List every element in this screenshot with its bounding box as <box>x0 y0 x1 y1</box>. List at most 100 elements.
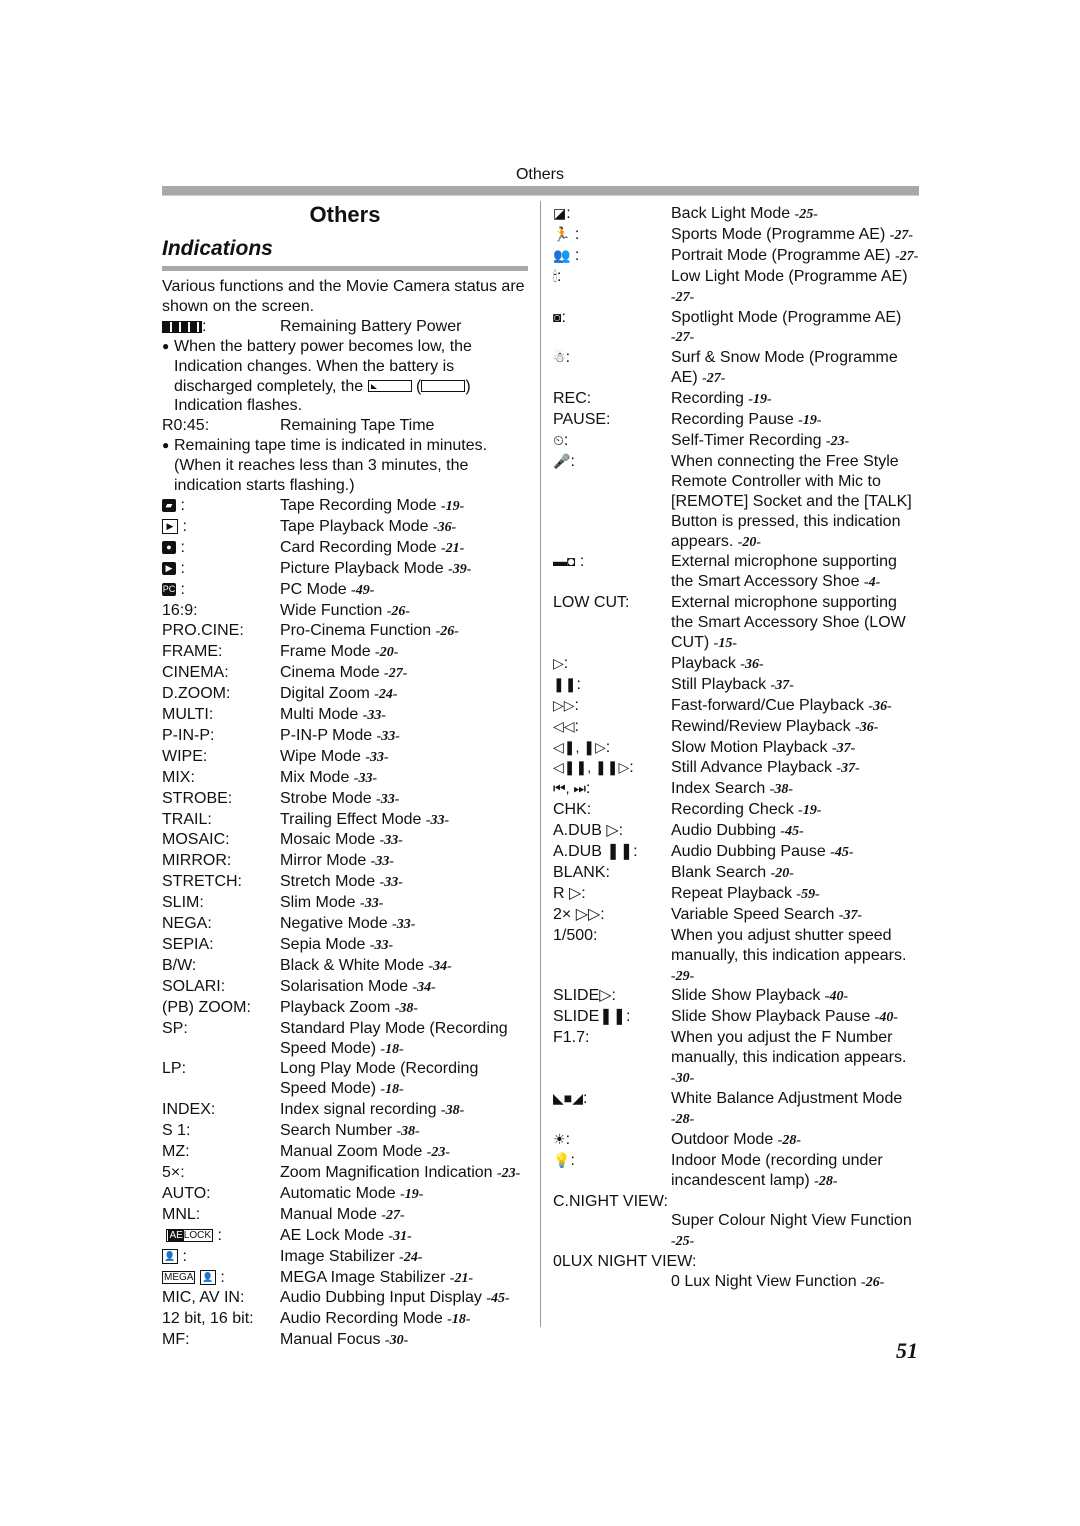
indication-row: Super Colour Night View Function -25- <box>553 1211 923 1252</box>
indication-key: SLIDE▷: <box>553 987 616 1005</box>
indication-key: ◁❚❚, ❚❚▷: <box>553 759 634 777</box>
tape-note: ● Remaining tape time is indicated in mi… <box>162 437 488 495</box>
battery-empty-icon <box>367 380 412 393</box>
index-search-icon: ⏮, ⏭ <box>553 780 586 797</box>
page-reference: -45- <box>780 824 804 840</box>
page-reference: -29- <box>671 968 695 984</box>
indication-description: Frame Mode -20- <box>280 643 399 661</box>
indication-key: CINEMA: <box>162 664 229 682</box>
indication-row: 🕯: Low Light Mode (Programme AE) -27- <box>553 267 923 308</box>
page-reference: -45- <box>486 1291 510 1307</box>
page-reference: -30- <box>384 1333 409 1349</box>
indication-row: R ▷: Repeat Playback -59- <box>553 884 923 905</box>
battery-row: : Remaining Battery Power <box>162 317 528 337</box>
indication-description: Outdoor Mode -28- <box>671 1130 802 1148</box>
page-reference: -25- <box>794 207 818 222</box>
page-reference: -20- <box>375 645 399 661</box>
indication-key: 💡: <box>553 1151 575 1169</box>
indication-row: MZ: Manual Zoom Mode -23- <box>162 1142 528 1163</box>
indication-key: STROBE: <box>162 789 233 807</box>
indication-key: 🕯: <box>553 267 562 285</box>
page-reference: -24- <box>399 1249 423 1265</box>
indication-key: MZ: <box>162 1143 190 1161</box>
indication-key: MULTI: <box>162 706 214 724</box>
page-reference: -20- <box>770 866 794 881</box>
indication-key: C.NIGHT VIEW: <box>553 1192 668 1210</box>
indication-description: Self-Timer Recording -23- <box>671 431 850 449</box>
page-reference: -28- <box>777 1132 802 1148</box>
indication-row: ◣■◢: White Balance Adjustment Mode -28- <box>553 1089 923 1130</box>
intro-text: Various functions and the Movie Camera s… <box>162 278 525 315</box>
page-reference: -19- <box>748 392 772 408</box>
battery-full-icon <box>162 320 202 333</box>
indication-key: MIX: <box>162 768 195 786</box>
indication-key: MNL: <box>162 1205 201 1223</box>
low-light-icon: 🕯 <box>553 267 557 284</box>
indication-row: WIPE: Wipe Mode -33- <box>162 747 528 768</box>
page-reference: -36- <box>432 519 457 535</box>
back-light-icon: ◪ <box>553 205 567 221</box>
indication-row: MOSAIC: Mosaic Mode -33- <box>162 830 528 851</box>
indication-row: A.DUB ▷: Audio Dubbing -45- <box>553 821 923 842</box>
indication-row: PC : PC Mode -49- <box>162 580 528 601</box>
indication-list-left-2: AELOCK : AE Lock Mode -31- 👤 : Image Stabil… <box>162 1226 528 1351</box>
indication-row: 1/500: When you adjust shutter speed manu… <box>553 926 923 987</box>
indication-list-right: ◪: Back Light Mode -25- 🏃 : Sports Mode (Pr… <box>553 204 923 1192</box>
indication-description: Digital Zoom -24- <box>280 685 398 703</box>
page-reference: -27- <box>895 248 919 264</box>
page-reference: -25- <box>671 1234 695 1250</box>
indication-description: Index signal recording -38- <box>280 1101 465 1119</box>
page-reference: -30- <box>671 1071 695 1087</box>
indication-key: 🎤: <box>553 452 575 470</box>
page-reference: -18- <box>380 1082 404 1098</box>
page-reference: -33- <box>365 749 389 765</box>
page-reference: -18- <box>380 1041 404 1057</box>
pc-icon: PC <box>162 582 176 596</box>
indication-row: SOLARI: Solarisation Mode -34- <box>162 977 528 998</box>
indication-key: 🏃 : <box>553 225 580 243</box>
indication-row: TRAIL: Trailing Effect Mode -33- <box>162 810 528 831</box>
indication-row: BLANK: Blank Search -20- <box>553 863 923 884</box>
indication-description: Long Play Mode (Recording Speed Mode) -1… <box>280 1060 479 1098</box>
indication-key: NEGA: <box>162 915 212 933</box>
indication-key: SEPIA: <box>162 936 214 953</box>
indication-description: Still Playback -37- <box>671 675 794 693</box>
portrait-icon: 👥 <box>553 246 571 263</box>
indication-description: Negative Mode -33- <box>280 915 416 933</box>
indication-description: Portrait Mode (Programme AE) -27- <box>671 246 919 264</box>
indication-row: MNL: Manual Mode -27- <box>162 1205 528 1226</box>
indication-key: 16:9: <box>162 601 198 619</box>
rewind-icon: ◁◁ <box>553 717 575 734</box>
indication-description: Slide Show Playback Pause -40- <box>671 1008 898 1026</box>
indication-description: External microphone supporting the Smart… <box>671 553 897 591</box>
indication-description: Card Recording Mode -21- <box>280 538 465 556</box>
indication-row: D.ZOOM: Digital Zoom -24- <box>162 684 528 705</box>
page-reference: -26- <box>861 1275 885 1291</box>
indication-description: Slow Motion Playback -37- <box>671 738 856 756</box>
indication-row: ◁❚❚, ❚❚▷: Still Advance Playback -37- <box>553 758 923 779</box>
page-reference: -36- <box>740 656 764 672</box>
indication-description: White Balance Adjustment Mode -28- <box>671 1089 903 1127</box>
page-reference: -4- <box>863 575 881 591</box>
indication-description: Recording Check -19- <box>671 801 822 819</box>
page-reference: -33- <box>360 896 384 912</box>
pause-icon: ❚❚ <box>553 675 577 692</box>
indication-description: Back Light Mode -25- <box>671 205 818 222</box>
page-reference: -21- <box>440 540 465 556</box>
page-reference: -27- <box>671 330 695 346</box>
indication-row: INDEX: Index signal recording -38- <box>162 1100 528 1121</box>
indication-key: A.DUB ▷: <box>553 822 624 840</box>
indication-key: 0LUX NIGHT VIEW: <box>553 1253 697 1271</box>
indication-row: 5×: Zoom Magnification Indication -23- <box>162 1163 528 1184</box>
page-reference: -39- <box>448 561 472 577</box>
indication-description: Surf & Snow Mode (Programme AE) -27- <box>671 349 898 387</box>
page-reference: -33- <box>376 791 400 807</box>
indication-key: ◙: <box>553 308 566 326</box>
indication-row: AELOCK : AE Lock Mode -31- <box>162 1226 528 1247</box>
indication-description: 0 Lux Night View Function -26- <box>671 1273 885 1291</box>
indication-row: ☃: Surf & Snow Mode (Programme AE) -27- <box>553 348 923 389</box>
page-reference: -36- <box>855 719 879 735</box>
indication-description: MEGA Image Stabilizer -21- <box>280 1268 474 1286</box>
indication-key: CHK: <box>553 801 592 819</box>
ae-lock-icon: AELOCK <box>166 1228 214 1242</box>
